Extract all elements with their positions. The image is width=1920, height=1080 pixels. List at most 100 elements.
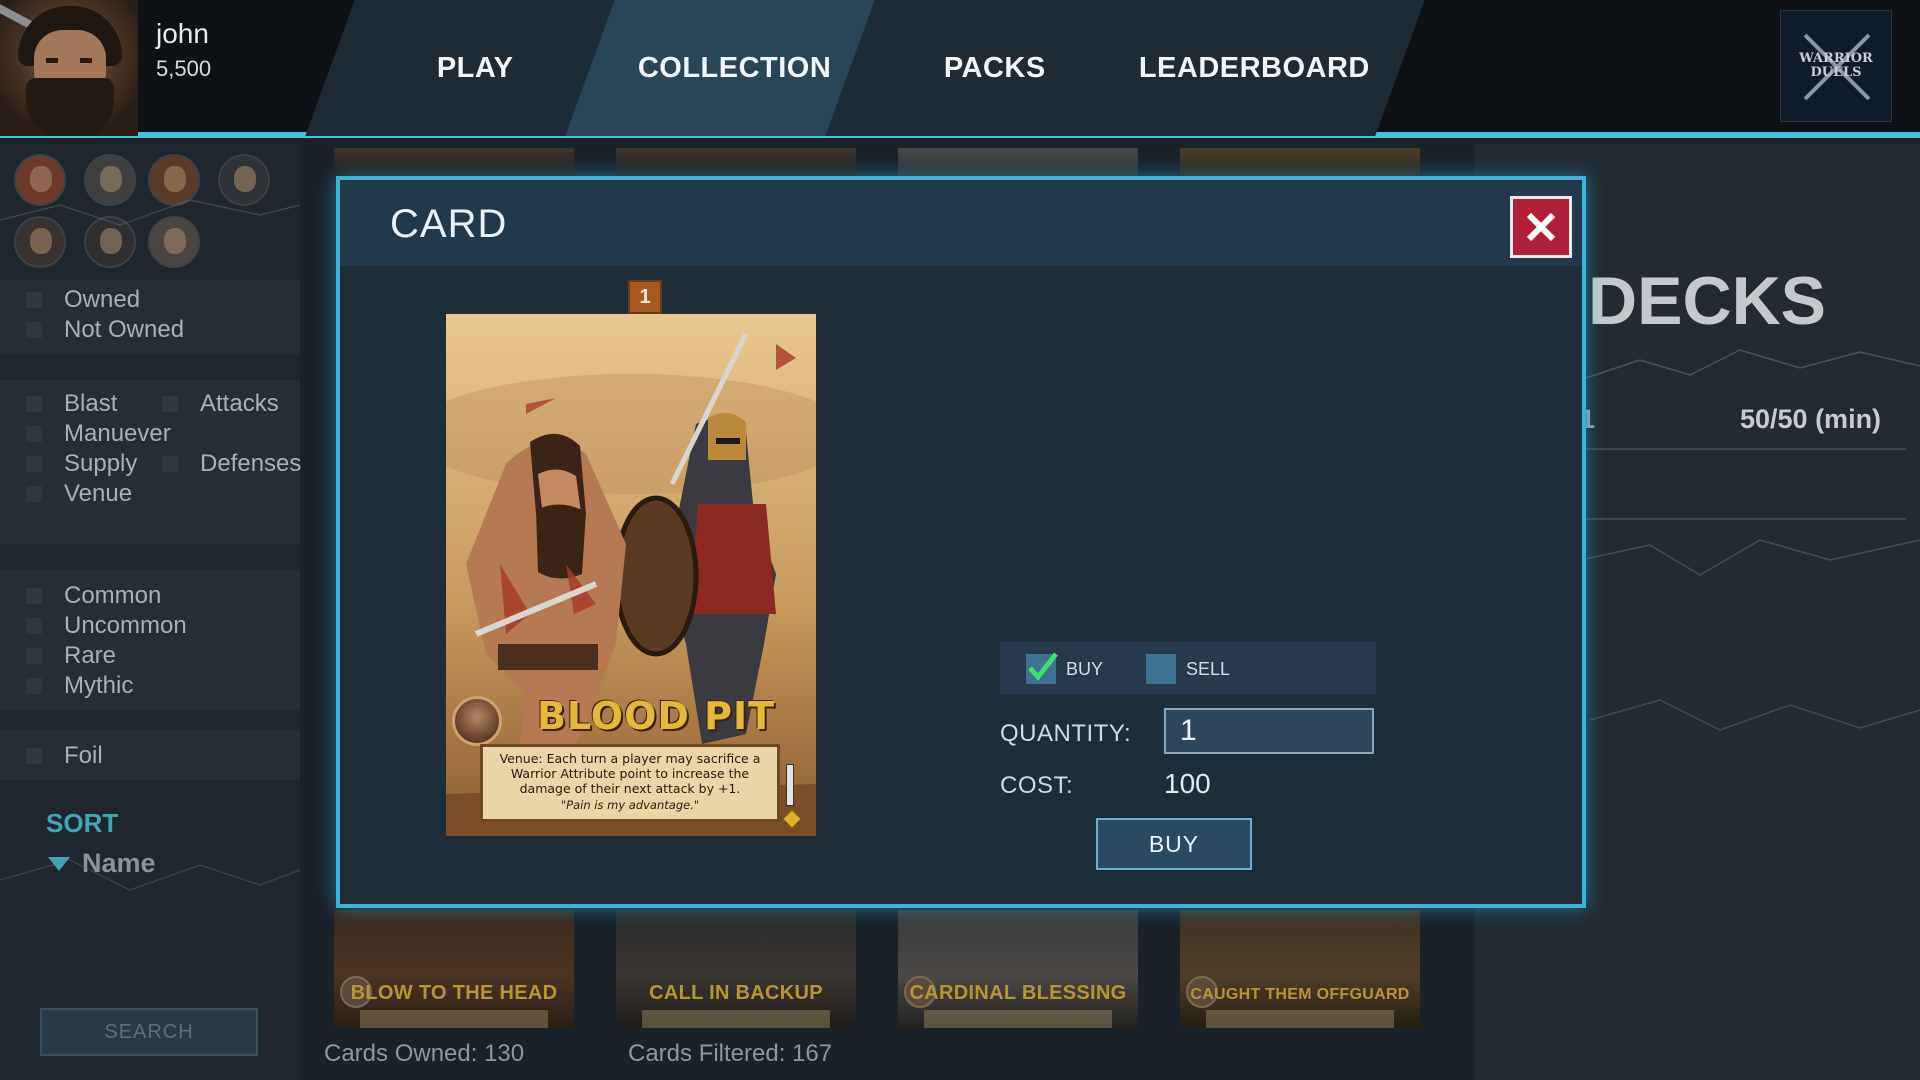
tab-collection-label: COLLECTION xyxy=(638,51,832,84)
card-ability-text: Venue: Each turn a player may sacrifice … xyxy=(499,751,761,796)
top-bar: john 5,500 PLAY COLLECTION PACKS LEADERB… xyxy=(0,0,1920,138)
filter-blast-label: Blast xyxy=(64,390,118,417)
grid-card-cardinal-blessing[interactable]: CARDINAL BLESSING xyxy=(898,910,1138,1028)
sort-field-label: Name xyxy=(82,848,156,878)
sort-label: SORT xyxy=(46,808,119,838)
hero-filter-icon-2[interactable] xyxy=(84,154,136,206)
decks-title: DECKS xyxy=(1588,263,1827,339)
checkbox[interactable] xyxy=(26,618,42,634)
hero-filter-icon-4[interactable] xyxy=(218,154,270,206)
player-avatar[interactable] xyxy=(0,0,138,136)
grid-card-caught-them-offguard[interactable]: CAUGHT THEM OFFGUARD xyxy=(1180,910,1420,1028)
filter-attacks[interactable]: Attacks xyxy=(162,390,279,418)
filter-blast[interactable]: Blast xyxy=(26,390,117,418)
grid-card-title: CARDINAL BLESSING xyxy=(909,982,1127,1004)
hero-filter-icon-3[interactable] xyxy=(148,154,200,206)
sell-option-label: SELL xyxy=(1186,658,1231,679)
close-button[interactable] xyxy=(1510,196,1572,258)
sword-icon xyxy=(786,764,794,806)
sell-checkbox[interactable] xyxy=(1146,654,1176,684)
player-coins: 5,500 xyxy=(156,56,212,81)
checkbox[interactable] xyxy=(26,426,42,442)
filter-manuever-label: Manuever xyxy=(64,420,171,447)
hero-filter-icon-1[interactable] xyxy=(14,154,66,206)
filter-supply-label: Supply xyxy=(64,450,138,477)
deck-card-count: 50/50 (min) xyxy=(1740,404,1882,434)
checkbox[interactable] xyxy=(162,396,178,412)
checkbox[interactable] xyxy=(26,588,42,604)
grid-card-title: CAUGHT THEM OFFGUARD xyxy=(1190,986,1410,1003)
filter-foil[interactable]: Foil xyxy=(26,742,103,770)
filter-defenses-label: Defenses xyxy=(200,450,302,477)
buy-option-label: BUY xyxy=(1066,658,1104,679)
quantity-input[interactable] xyxy=(1164,708,1374,754)
grid-card[interactable] xyxy=(898,148,1138,178)
filter-not-owned[interactable]: Not Owned xyxy=(26,316,184,344)
quantity-label: QUANTITY: xyxy=(1000,720,1132,747)
checkbox[interactable] xyxy=(26,456,42,472)
filter-venue[interactable]: Venue xyxy=(26,480,132,508)
filter-owned-label: Owned xyxy=(64,286,141,313)
grid-card-blow-to-the-head[interactable]: BLOW TO THE HEAD xyxy=(334,910,574,1028)
tab-packs-label: PACKS xyxy=(944,51,1046,84)
modal-title: CARD xyxy=(390,202,508,246)
filter-defenses[interactable]: Defenses xyxy=(162,450,301,478)
game-logo: WARRIOR DUELS xyxy=(1780,10,1892,122)
filter-mythic-label: Mythic xyxy=(64,672,134,699)
buy-option[interactable]: BUY xyxy=(1026,652,1104,684)
grid-card[interactable] xyxy=(616,148,856,178)
checkbox[interactable] xyxy=(26,748,42,764)
grid-card-text xyxy=(360,1010,548,1028)
hero-filter-icon-5[interactable] xyxy=(14,216,66,268)
tab-leaderboard-label: LEADERBOARD xyxy=(1139,51,1371,84)
filter-venue-label: Venue xyxy=(64,480,133,507)
filter-uncommon[interactable]: Uncommon xyxy=(26,612,187,640)
grid-card-call-in-backup[interactable]: CALL IN BACKUP xyxy=(616,910,856,1028)
filter-uncommon-label: Uncommon xyxy=(64,612,187,639)
close-icon xyxy=(1526,212,1556,242)
card-preview: BLOOD PIT Venue: Each turn a player may … xyxy=(446,314,816,836)
buy-button[interactable]: BUY xyxy=(1096,818,1252,870)
owned-count-badge: 1 xyxy=(628,280,662,314)
search-button[interactable]: SEARCH xyxy=(40,1008,258,1056)
card-name: BLOOD PIT xyxy=(536,694,776,738)
hero-filter-icon-7[interactable] xyxy=(148,216,200,268)
filter-mythic[interactable]: Mythic xyxy=(26,672,133,700)
logo-text-line1: WARRIOR xyxy=(1799,51,1873,66)
filter-manuever[interactable]: Manuever xyxy=(26,420,171,448)
checkbox[interactable] xyxy=(162,456,178,472)
sell-option[interactable]: SELL xyxy=(1146,654,1230,684)
filter-common[interactable]: Common xyxy=(26,582,161,610)
checkbox[interactable] xyxy=(26,648,42,664)
filter-foil-label: Foil xyxy=(64,742,103,769)
grid-card[interactable] xyxy=(334,148,574,178)
grid-card-title: BLOW TO THE HEAD xyxy=(350,982,558,1004)
grid-card-text xyxy=(924,1010,1112,1028)
divider xyxy=(1586,518,1906,520)
buy-sell-toggle: BUY SELL xyxy=(1000,642,1376,694)
cost-value: 100 xyxy=(1164,768,1211,799)
checkbox[interactable] xyxy=(26,486,42,502)
checkbox[interactable] xyxy=(26,292,42,308)
hero-filter-icon-6[interactable] xyxy=(84,216,136,268)
filter-not-owned-label: Not Owned xyxy=(64,316,185,343)
filter-owned[interactable]: Owned xyxy=(26,286,140,314)
filter-supply[interactable]: Supply xyxy=(26,450,137,478)
checkbox[interactable] xyxy=(26,396,42,412)
tab-leaderboard[interactable]: LEADERBOARD xyxy=(1085,0,1425,136)
checkbox[interactable] xyxy=(26,678,42,694)
filter-rare[interactable]: Rare xyxy=(26,642,116,670)
card-flavor-text: "Pain is my advantage." xyxy=(560,798,700,812)
sort-by-name[interactable]: Name xyxy=(48,848,156,879)
cards-filtered-count: Cards Filtered: 167 xyxy=(628,1040,833,1067)
checkbox[interactable] xyxy=(26,322,42,338)
divider xyxy=(1586,448,1906,450)
grid-card-title: CALL IN BACKUP xyxy=(649,982,823,1004)
card-hero-portrait xyxy=(452,696,502,746)
grid-card-text xyxy=(642,1010,830,1028)
checkmark-icon xyxy=(1028,652,1058,681)
filter-common-label: Common xyxy=(64,582,162,609)
buy-checkbox[interactable] xyxy=(1026,652,1058,684)
grid-card[interactable] xyxy=(1180,148,1420,178)
player-name: john xyxy=(156,18,209,49)
